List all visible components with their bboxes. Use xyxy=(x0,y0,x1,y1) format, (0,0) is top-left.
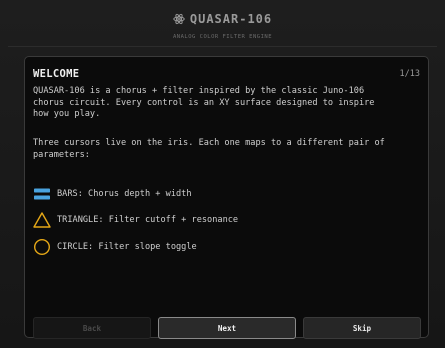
legend-item-bars: BARS: Chorus depth + width xyxy=(33,185,192,203)
legend-item-triangle: TRIANGLE: Filter cutoff + resonance xyxy=(33,211,238,229)
dialog-buttons: Back Next Skip xyxy=(33,317,421,339)
triangle-icon xyxy=(33,211,51,229)
page-counter: 1/13 xyxy=(399,69,420,79)
header-divider xyxy=(8,46,437,47)
atom-icon xyxy=(173,13,185,25)
dialog-header: WELCOME 1/13 xyxy=(33,68,420,80)
legend-label-bars: BARS: Chorus depth + width xyxy=(57,189,192,199)
legend-item-circle: CIRCLE: Filter slope toggle xyxy=(33,238,197,256)
circle-icon xyxy=(33,238,51,256)
skip-button[interactable]: Skip xyxy=(303,317,421,339)
app-title: QUASAR-106 xyxy=(189,12,273,26)
bars-icon xyxy=(33,185,51,203)
onboarding-dialog: WELCOME 1/13 QUASAR-106 is a chorus + fi… xyxy=(24,56,429,339)
intro-paragraph: QUASAR-106 is a chorus + filter inspired… xyxy=(33,86,375,120)
next-button[interactable]: Next xyxy=(158,317,296,339)
cursors-paragraph: Three cursors live on the iris. Each one… xyxy=(33,138,385,160)
back-button[interactable]: Back xyxy=(33,317,151,339)
brand: QUASAR-106 xyxy=(173,12,272,26)
legend-label-triangle: TRIANGLE: Filter cutoff + resonance xyxy=(57,215,239,225)
app-header: QUASAR-106 ANALOG COLOR FILTER ENGINE xyxy=(0,10,445,40)
dialog-title: WELCOME xyxy=(33,68,80,80)
app-window: QUASAR-106 ANALOG COLOR FILTER ENGINE WE… xyxy=(0,0,445,348)
app-subtitle: ANALOG COLOR FILTER ENGINE xyxy=(172,34,273,40)
legend-label-circle: CIRCLE: Filter slope toggle xyxy=(57,242,197,252)
